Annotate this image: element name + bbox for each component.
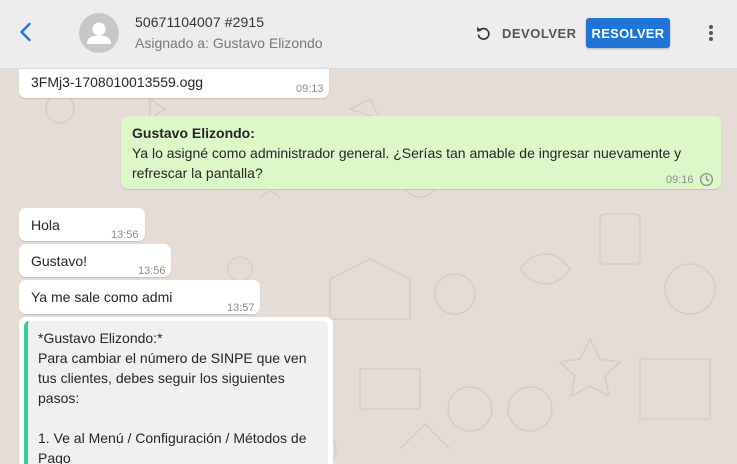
clock-icon (699, 172, 714, 187)
message-time: 09:16 (666, 174, 694, 186)
message-sender: Gustavo Elizondo: (132, 125, 255, 141)
assigned-agent: Asignado a: Gustavo Elizondo (135, 35, 323, 51)
message-bubble[interactable]: 3FMj3-1708010013559.ogg 09:13 (19, 69, 329, 98)
message-time: 13:56 (111, 229, 139, 241)
quoted-line: Para cambiar el número de SINPE que ven … (38, 350, 307, 406)
message-bubble[interactable]: Ya me sale como admi 13:57 (19, 280, 260, 314)
message-time: 13:57 (227, 302, 255, 314)
resolver-button[interactable]: RESOLVER (586, 18, 670, 48)
message-text: Hola (31, 217, 60, 233)
conversation-title: 50671104007 #2915 (135, 14, 265, 30)
message-text: 3FMj3-1708010013559.ogg (31, 74, 204, 90)
resolver-label: RESOLVER (591, 25, 665, 41)
quoted-blank-line (38, 408, 322, 428)
undo-icon (477, 27, 490, 40)
quoted-line: *Gustavo Elizondo:* (38, 330, 163, 346)
message-bubble[interactable]: Gustavo! 13:56 (19, 244, 171, 277)
message-text: Ya lo asigné como administrador general.… (132, 145, 682, 181)
message-bubble-outgoing[interactable]: Gustavo Elizondo: Ya lo asigné como admi… (121, 116, 721, 189)
back-arrow-icon[interactable] (14, 20, 38, 44)
more-options-icon[interactable] (701, 21, 721, 45)
quoted-message[interactable]: *Gustavo Elizondo:* Para cambiar el núme… (24, 321, 328, 464)
devolver-button[interactable]: DEVOLVER (470, 19, 581, 47)
message-time: 09:13 (296, 83, 324, 95)
message-time: 13:56 (138, 265, 166, 277)
devolver-label: DEVOLVER (502, 25, 577, 41)
chat-area[interactable]: 3FMj3-1708010013559.ogg 09:13 Gustavo El… (0, 69, 737, 464)
user-icon (87, 22, 111, 44)
quoted-line: 1. Ve al Menú / Configuración / Métodos … (38, 430, 307, 464)
message-text: Gustavo! (31, 253, 88, 269)
chat-header: 50671104007 #2915 Asignado a: Gustavo El… (0, 0, 737, 69)
avatar[interactable] (79, 13, 119, 53)
message-text: Ya me sale como admi (31, 289, 173, 305)
quoted-message-bubble[interactable]: *Gustavo Elizondo:* Para cambiar el núme… (19, 317, 333, 464)
message-bubble[interactable]: Hola 13:56 (19, 208, 145, 241)
